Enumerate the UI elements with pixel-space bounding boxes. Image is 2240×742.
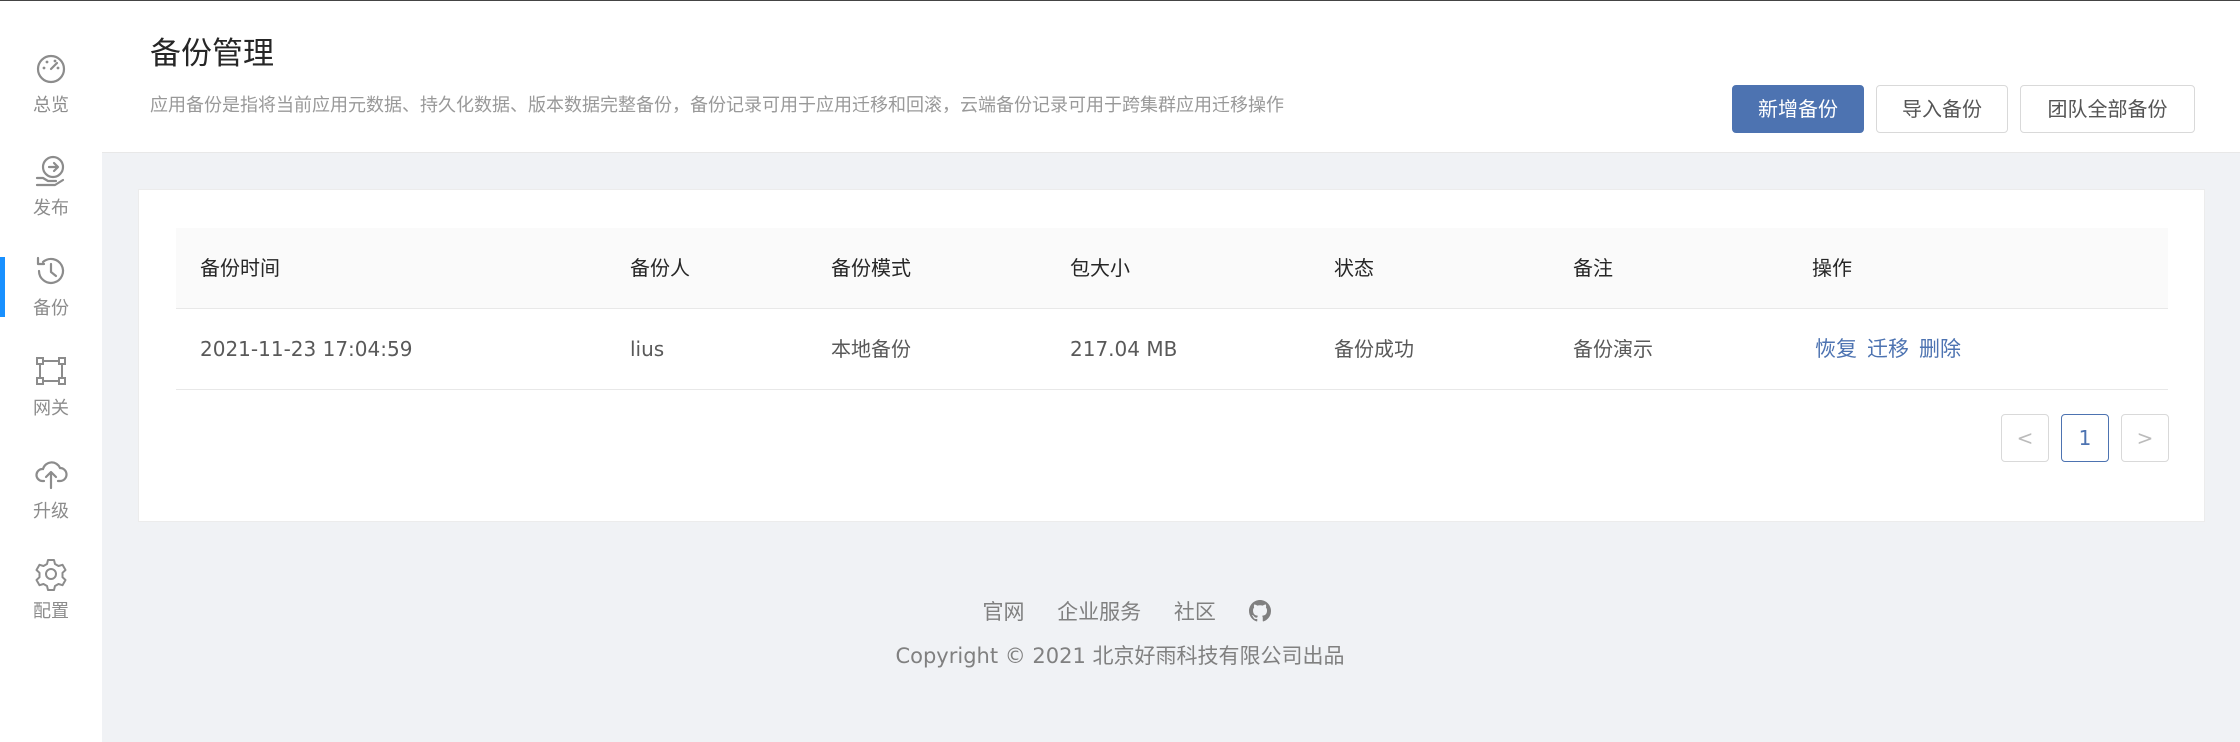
upgrade-icon: [35, 461, 68, 490]
sidebar-item-label: 备份: [33, 298, 69, 319]
pagination-prev-button[interactable]: <: [2001, 414, 2049, 462]
dashboard-icon: [36, 54, 66, 84]
footer-link-website[interactable]: 官网: [982, 600, 1024, 624]
column-header-actions: 操作: [1812, 256, 1852, 280]
column-header-note: 备注: [1573, 256, 1613, 280]
sidebar-item-label: 升级: [33, 501, 69, 522]
cell-user: lius: [630, 337, 665, 361]
chevron-left-icon: <: [2016, 426, 2034, 450]
delete-link[interactable]: 删除: [1919, 337, 1961, 361]
column-header-user: 备份人: [630, 256, 690, 280]
table-header: 备份时间 备份人 备份模式 包大小 状态 备注 操作: [176, 228, 2168, 309]
sidebar-item-backup[interactable]: 备份: [0, 254, 102, 334]
sidebar-item-label: 总览: [33, 95, 69, 116]
sidebar-item-publish[interactable]: 发布: [0, 154, 102, 234]
sidebar-item-upgrade[interactable]: 升级: [0, 457, 102, 537]
cell-mode: 本地备份: [831, 337, 911, 361]
footer-links: 官网 企业服务 社区: [0, 596, 2240, 626]
import-backup-button[interactable]: 导入备份: [1876, 85, 2008, 133]
team-all-backups-button[interactable]: 团队全部备份: [2020, 85, 2195, 133]
footer-link-enterprise[interactable]: 企业服务: [1057, 600, 1141, 624]
migrate-link[interactable]: 迁移: [1867, 337, 1909, 361]
restore-link[interactable]: 恢复: [1815, 337, 1857, 361]
footer-link-community[interactable]: 社区: [1174, 600, 1216, 624]
cell-note: 备份演示: [1573, 337, 1653, 361]
table-row: 2021-11-23 17:04:59 lius 本地备份 217.04 MB …: [176, 309, 2168, 390]
history-icon: [36, 256, 65, 284]
column-header-mode: 备份模式: [831, 256, 911, 280]
cell-status: 备份成功: [1334, 337, 1414, 361]
cell-time: 2021-11-23 17:04:59: [200, 337, 413, 361]
gateway-icon: [36, 357, 66, 385]
page-title: 备份管理: [150, 36, 274, 72]
cell-actions: 恢复 迁移 删除: [1815, 309, 1971, 389]
sidebar-item-label: 发布: [33, 198, 69, 219]
copyright-text: Copyright © 2021 北京好雨科技有限公司出品: [895, 644, 1345, 668]
page-header: 备份管理 应用备份是指将当前应用元数据、持久化数据、版本数据完整备份，备份记录可…: [102, 1, 2240, 153]
settings-icon: [35, 559, 67, 591]
page-description: 应用备份是指将当前应用元数据、持久化数据、版本数据完整备份，备份记录可用于应用迁…: [150, 95, 1284, 116]
column-header-size: 包大小: [1070, 256, 1130, 280]
sidebar-item-label: 网关: [33, 398, 69, 419]
cell-size: 217.04 MB: [1070, 337, 1178, 361]
sidebar: 总览 发布 备份 网关 升级 配置: [0, 1, 102, 742]
publish-icon: [35, 155, 65, 187]
pagination-next-button[interactable]: >: [2121, 414, 2169, 462]
chevron-right-icon: >: [2136, 426, 2154, 450]
github-icon[interactable]: [1248, 600, 1271, 622]
sidebar-item-overview[interactable]: 总览: [0, 51, 102, 131]
sidebar-item-gateway[interactable]: 网关: [0, 354, 102, 434]
column-header-status: 状态: [1334, 256, 1374, 280]
column-header-time: 备份时间: [200, 256, 280, 280]
pagination-page-1[interactable]: 1: [2061, 414, 2109, 462]
add-backup-button[interactable]: 新增备份: [1732, 85, 1864, 133]
backup-card: 备份时间 备份人 备份模式 包大小 状态 备注 操作 2021-11-23 17…: [138, 189, 2205, 522]
